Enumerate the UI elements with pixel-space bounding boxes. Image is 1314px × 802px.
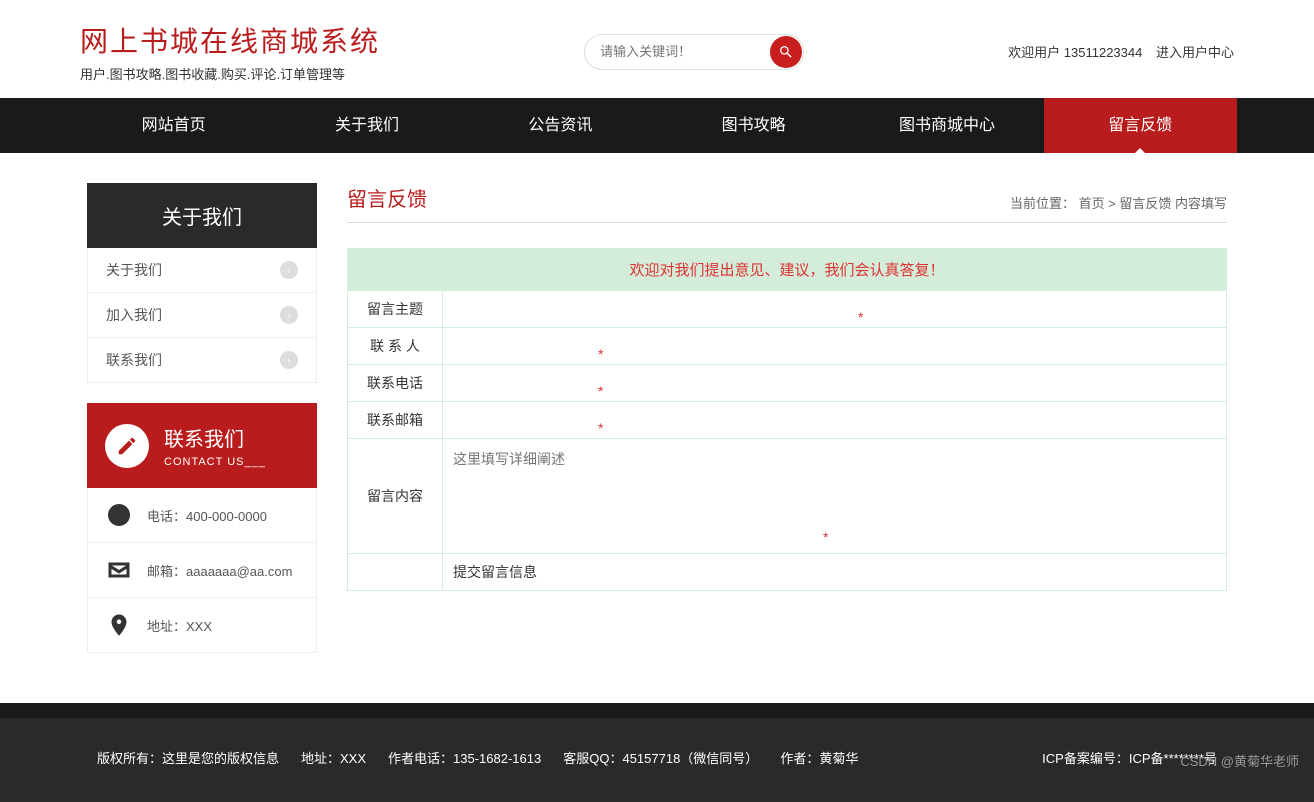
contact-subtitle: CONTACT US___ [164, 456, 266, 468]
sidebar-item-0[interactable]: 关于我们 › [88, 248, 316, 293]
contact-email-text: 邮箱：aaaaaaa@aa.com [147, 561, 292, 580]
footer: 版权所有：这里是您的版权信息 地址：XXX 作者电话：135-1682-1613… [0, 703, 1314, 802]
user-center-link[interactable]: 进入用户中心 [1156, 45, 1234, 60]
chevron-right-icon: › [280, 261, 298, 279]
sidebar: 关于我们 关于我们›加入我们›联系我们› 联系我们 CONTACT US___ … [87, 183, 317, 653]
footer-copyright: 版权所有：这里是您的版权信息 [97, 748, 279, 767]
contact-text: 联系我们 CONTACT US___ [164, 423, 266, 468]
sidebar-item-2[interactable]: 联系我们 › [88, 338, 316, 382]
logo-area: 网上书城在线商城系统 用户.图书攻略.图书收藏.购买.评论.订单管理等 [80, 20, 380, 83]
sidebar-item-label: 加入我们 [106, 305, 162, 325]
contact-card: 联系我们 CONTACT US___ [87, 403, 317, 488]
footer-address: 地址：XXX [301, 748, 366, 767]
main-content: 留言反馈 当前位置： 首页 > 留言反馈 内容填写 欢迎对我们提出意见、建议，我… [347, 183, 1227, 653]
edit-icon [105, 424, 149, 468]
search-box [584, 34, 804, 70]
user-area: 欢迎用户 13511223344 进入用户中心 [1008, 42, 1234, 61]
sidebar-item-1[interactable]: 加入我们 › [88, 293, 316, 338]
subject-cell[interactable]: * [443, 291, 1227, 328]
required-mark: * [823, 529, 828, 545]
search-icon [778, 44, 794, 60]
contact-address-text: 地址：XXX [147, 616, 212, 635]
content-textarea[interactable] [451, 447, 1216, 542]
username: 13511223344 [1064, 45, 1143, 60]
nav-item-3[interactable]: 图书攻略 [657, 98, 850, 153]
form-banner: 欢迎对我们提出意见、建议，我们会认真答复！ [348, 249, 1227, 291]
footer-left: 版权所有：这里是您的版权信息 地址：XXX 作者电话：135-1682-1613… [97, 748, 858, 767]
search-button[interactable] [770, 36, 802, 68]
contact-list: 电话：400-000-0000 邮箱：aaaaaaa@aa.com 地址：XXX [87, 488, 317, 653]
nav-item-4[interactable]: 图书商城中心 [850, 98, 1043, 153]
main-nav: 网站首页关于我们公告资讯图书攻略图书商城中心留言反馈 [0, 98, 1314, 153]
required-mark: * [598, 383, 603, 399]
location-icon [106, 612, 132, 638]
page-title: 留言反馈 [347, 183, 427, 212]
email-icon [106, 557, 132, 583]
nav-item-0[interactable]: 网站首页 [77, 98, 270, 153]
site-title: 网上书城在线商城系统 [80, 20, 380, 60]
search-area [380, 34, 1008, 70]
required-mark: * [598, 420, 603, 436]
content-label: 留言内容 [348, 439, 443, 554]
contact-address-item: 地址：XXX [88, 598, 316, 652]
footer-author: 作者：黄菊华 [780, 748, 858, 767]
email-cell[interactable]: * [443, 402, 1227, 439]
contact-person-cell[interactable]: * [443, 328, 1227, 365]
subject-label: 留言主题 [348, 291, 443, 328]
nav-item-5[interactable]: 留言反馈 [1044, 98, 1237, 153]
contact-email-item: 邮箱：aaaaaaa@aa.com [88, 543, 316, 598]
phone-label: 联系电话 [348, 365, 443, 402]
sidebar-item-label: 关于我们 [106, 260, 162, 280]
content-cell: * [443, 439, 1227, 554]
breadcrumb: 当前位置： 首页 > 留言反馈 内容填写 [1010, 193, 1227, 212]
welcome-text: 欢迎用户 [1008, 45, 1064, 60]
main-head: 留言反馈 当前位置： 首页 > 留言反馈 内容填写 [347, 183, 1227, 223]
nav-item-2[interactable]: 公告资讯 [464, 98, 657, 153]
contact-person-label: 联 系 人 [348, 328, 443, 365]
watermark: CSDN @黄菊华老师 [1180, 751, 1299, 770]
contact-title: 联系我们 [164, 423, 266, 452]
chevron-right-icon: › [280, 351, 298, 369]
email-label: 联系邮箱 [348, 402, 443, 439]
phone-icon [106, 502, 132, 528]
chevron-right-icon: › [280, 306, 298, 324]
sidebar-item-label: 联系我们 [106, 350, 162, 370]
phone-cell[interactable]: * [443, 365, 1227, 402]
footer-qq: 客服QQ：45157718（微信同号） [563, 748, 758, 767]
sidebar-title: 关于我们 [87, 183, 317, 248]
required-mark: * [598, 346, 603, 362]
site-subtitle: 用户.图书攻略.图书收藏.购买.评论.订单管理等 [80, 64, 380, 83]
contact-phone-text: 电话：400-000-0000 [147, 506, 267, 525]
contact-phone-item: 电话：400-000-0000 [88, 488, 316, 543]
footer-author-phone: 作者电话：135-1682-1613 [388, 748, 541, 767]
nav-item-1[interactable]: 关于我们 [270, 98, 463, 153]
header: 网上书城在线商城系统 用户.图书攻略.图书收藏.购买.评论.订单管理等 欢迎用户… [0, 0, 1314, 98]
required-mark: * [858, 309, 863, 325]
feedback-form: 欢迎对我们提出意见、建议，我们会认真答复！ 留言主题 * 联 系 人 * 联系电… [347, 248, 1227, 591]
submit-button[interactable]: 提交留言信息 [443, 554, 1227, 591]
